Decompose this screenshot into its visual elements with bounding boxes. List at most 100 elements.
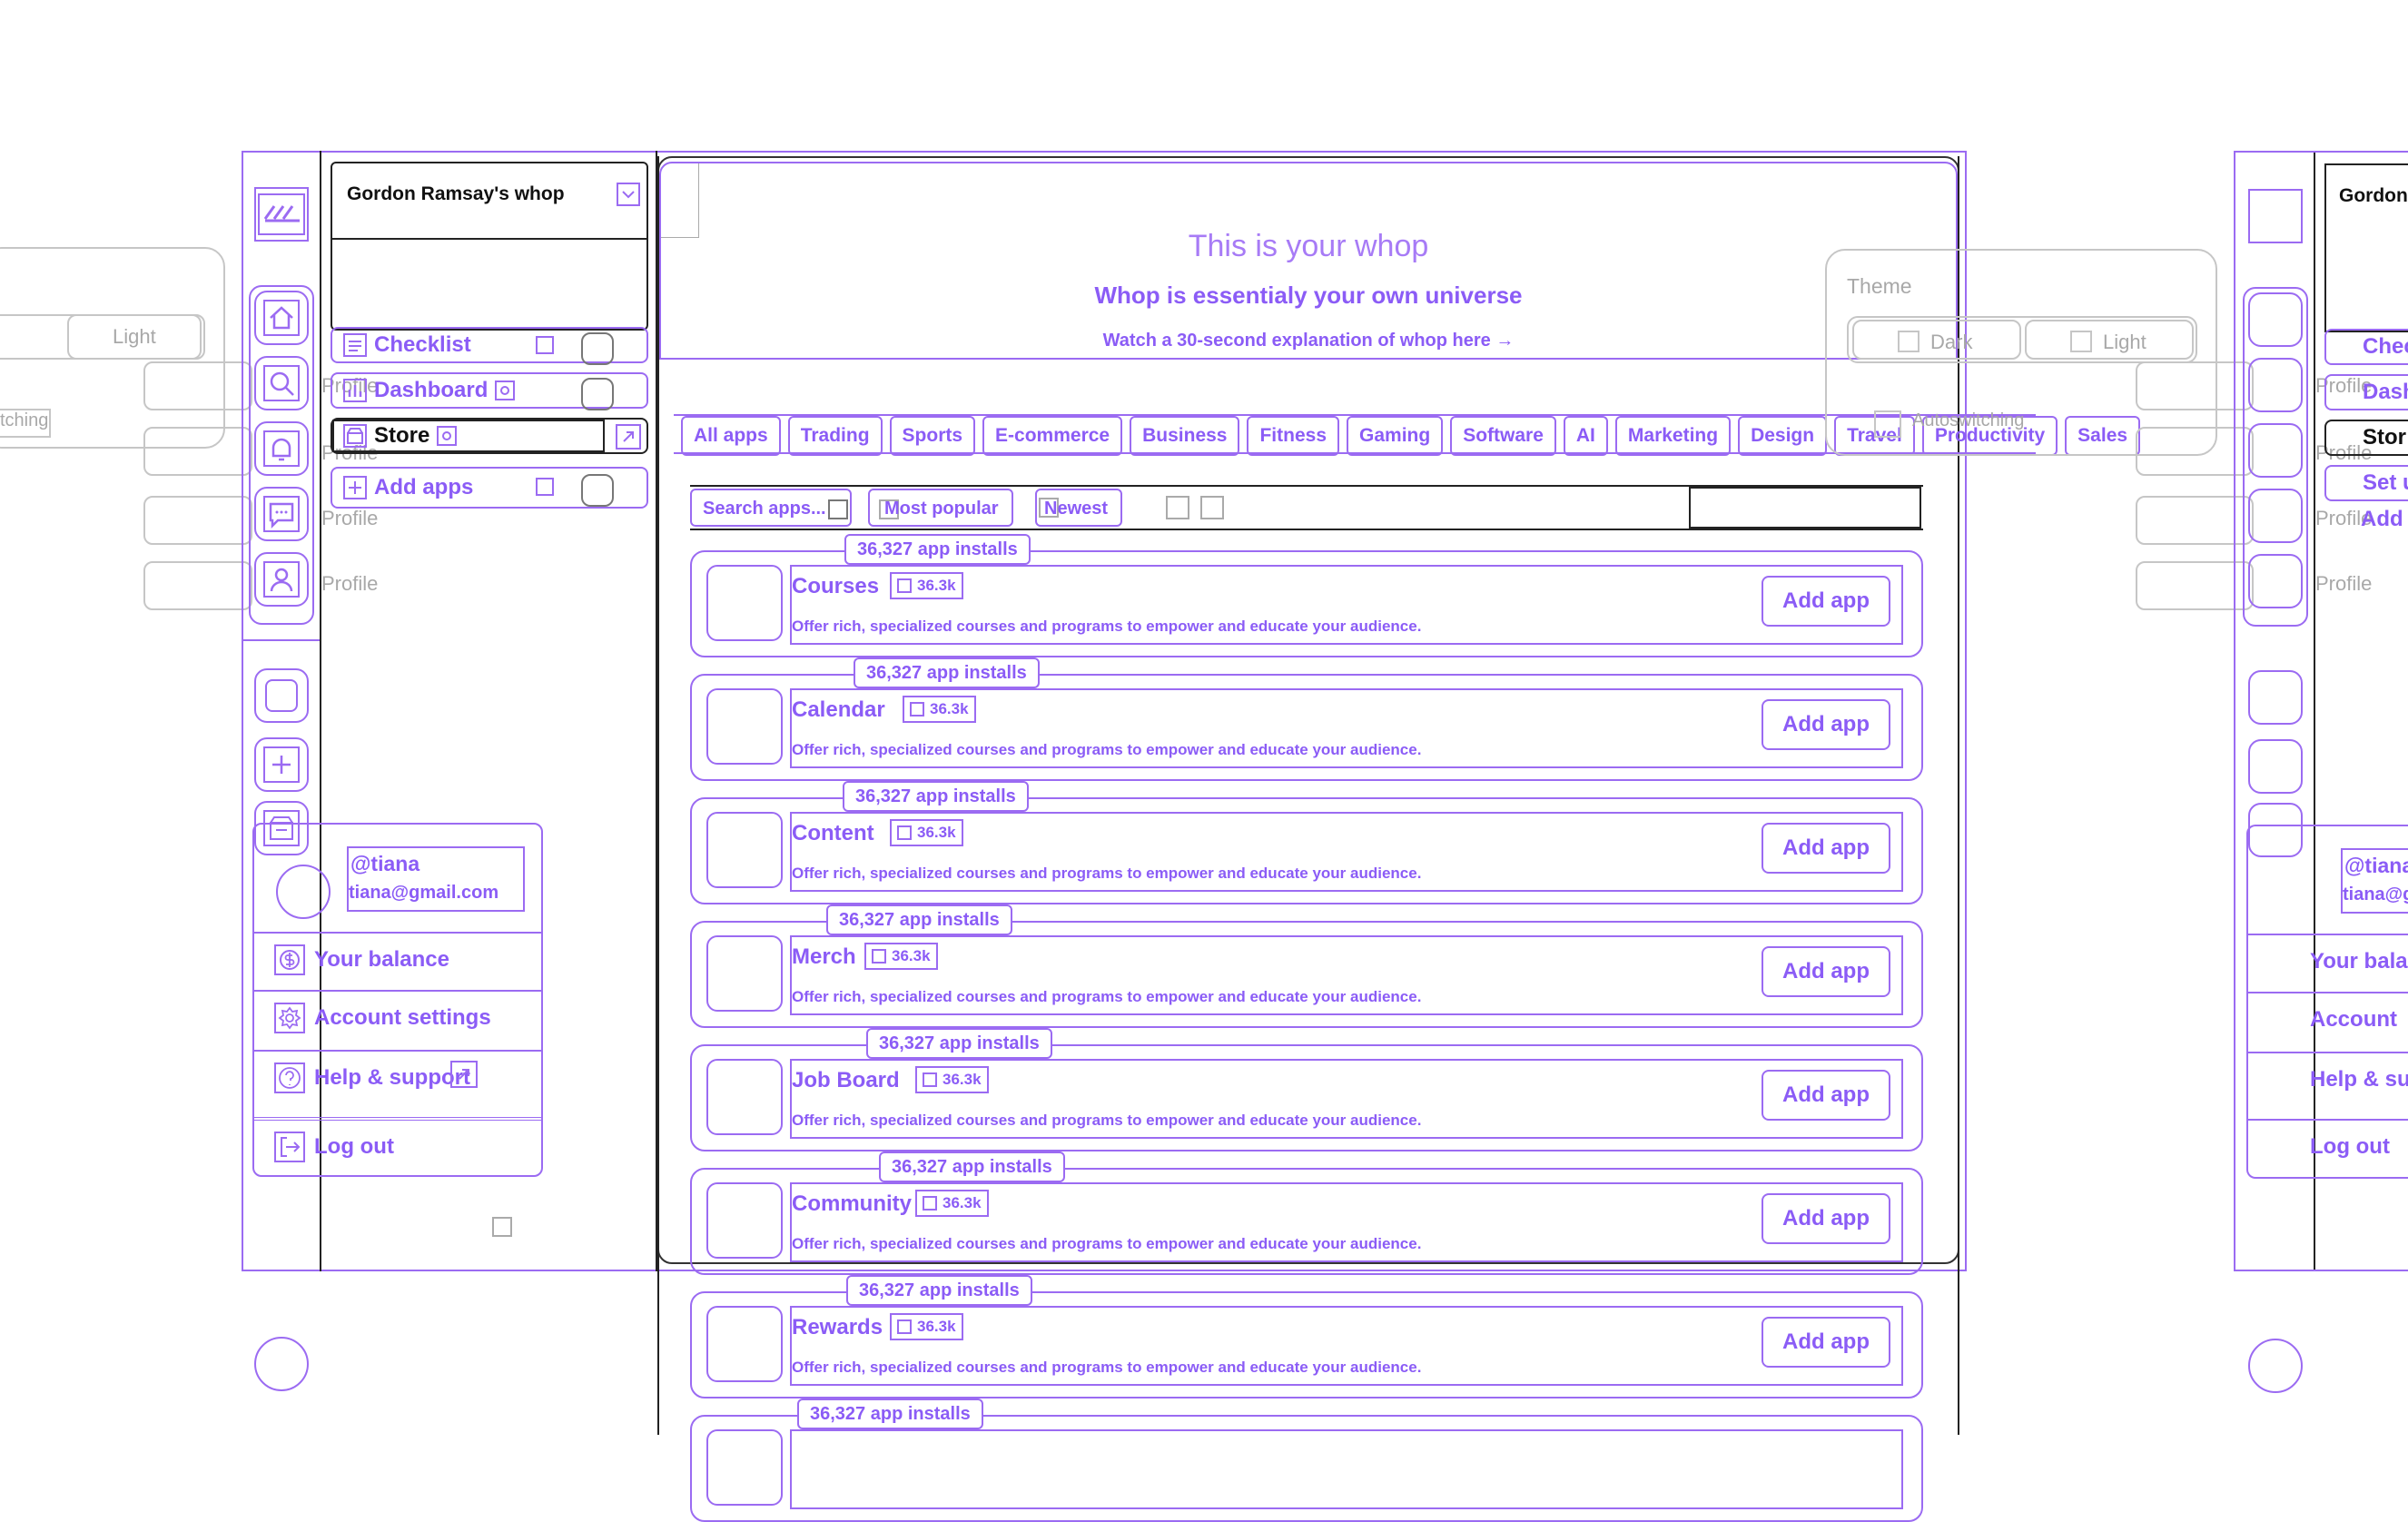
- app-card[interactable]: Job Board 36.3k Offer rich, specialized co…: [690, 1044, 1923, 1151]
- user-icon[interactable]: [2248, 554, 2303, 608]
- app-name: Rewards: [792, 1315, 883, 1339]
- user-menu: @tiana tiana@gmail.com Your balance Acco…: [252, 823, 543, 1177]
- home-icon: [263, 300, 300, 336]
- add-app-button[interactable]: Add app: [1762, 699, 1890, 750]
- tab-software[interactable]: Software: [1450, 416, 1556, 456]
- second-menu-item[interactable]: Help & su: [2248, 1052, 2408, 1106]
- sort-newest[interactable]: Newest: [1035, 489, 1122, 527]
- sidebar-item-label: Add apps: [374, 475, 474, 499]
- hero-explainer-link[interactable]: Watch a 30-second explanation of whop he…: [661, 331, 1956, 351]
- menu-item-logout[interactable]: Log out: [254, 1117, 541, 1173]
- tab-ai[interactable]: AI: [1563, 416, 1608, 456]
- sidebar-item-store[interactable]: Store: [331, 418, 648, 454]
- second-menu-item[interactable]: Account: [2248, 992, 2408, 1046]
- light-theme-button[interactable]: Light: [2025, 320, 2194, 360]
- app-card[interactable]: Content 36.3k Offer rich, specialized cour…: [690, 797, 1923, 904]
- workspace-card[interactable]: Gordon Ramsay's whop: [331, 162, 648, 331]
- search-button[interactable]: [254, 356, 309, 410]
- add-app-button[interactable]: Add app: [1762, 946, 1890, 997]
- second-menu-item[interactable]: Your bala: [2248, 934, 2408, 988]
- install-count: 36.3k: [917, 1318, 956, 1335]
- app-card[interactable]: Community 36.3k Offer rich, specialized co…: [690, 1168, 1923, 1275]
- messages-button[interactable]: [254, 487, 309, 541]
- search-input[interactable]: Search apps...: [690, 489, 852, 527]
- bell-icon: [263, 430, 300, 467]
- menu-item-account-settings[interactable]: Account settings: [254, 990, 541, 1044]
- user-avatar-button[interactable]: [254, 1337, 309, 1391]
- sidebar-item-label: Checklist: [374, 332, 471, 357]
- tab-marketing[interactable]: Marketing: [1614, 416, 1732, 456]
- app-icon: [706, 935, 783, 1012]
- tab-business[interactable]: Business: [1130, 416, 1240, 456]
- add-app-button[interactable]: Add app: [1762, 576, 1890, 627]
- left-switching-box: [0, 409, 51, 438]
- theme-label: Theme: [1847, 274, 1912, 298]
- add-app-button[interactable]: Add app: [1762, 1317, 1890, 1368]
- profile-button[interactable]: [254, 552, 309, 607]
- whop-button[interactable]: [254, 668, 309, 723]
- search-icon[interactable]: [2248, 358, 2303, 412]
- user-identity: @tiana tiana@gmail.com: [347, 846, 525, 912]
- autoswitch-checkbox[interactable]: [1874, 410, 1901, 438]
- tab-gaming[interactable]: Gaming: [1347, 416, 1444, 456]
- item-action-button[interactable]: [581, 332, 614, 365]
- app-card[interactable]: [690, 1415, 1923, 1522]
- menu-item-help[interactable]: Help & support: [254, 1050, 541, 1104]
- sidebar-item-add-apps[interactable]: Add apps: [331, 467, 648, 509]
- installs-badge: 36,327 app installs: [797, 1398, 983, 1429]
- user-icon: [897, 1319, 912, 1334]
- app-card[interactable]: Rewards 36.3k Offer rich, specialized cour…: [690, 1291, 1923, 1398]
- left-light-button[interactable]: Light: [67, 314, 202, 360]
- plus-icon[interactable]: [2248, 739, 2303, 794]
- app-description: Offer rich, specialized courses and prog…: [792, 1112, 1422, 1129]
- notifications-button[interactable]: [254, 421, 309, 476]
- second-sidebar-item[interactable]: Chec: [2324, 329, 2408, 365]
- second-sidebar-item[interactable]: Stor: [2324, 420, 2408, 456]
- install-count-badge: 36.3k: [915, 1190, 989, 1217]
- app-card[interactable]: Merch 36.3k Offer rich, specialized course…: [690, 921, 1923, 1028]
- add-app-button[interactable]: Add app: [1762, 823, 1890, 874]
- bell-icon[interactable]: [2248, 423, 2303, 478]
- menu-item-balance[interactable]: Your balance: [254, 932, 541, 986]
- second-sidebar-item[interactable]: Set u: [2324, 465, 2408, 501]
- list-view-icon[interactable]: [1200, 496, 1224, 519]
- sidebar-item-checklist[interactable]: Checklist: [331, 327, 648, 365]
- app-card[interactable]: Calendar 36.3k Offer rich, specialized cou…: [690, 674, 1923, 781]
- add-app-label: Add app: [1782, 588, 1870, 613]
- dark-label: Dark: [1930, 331, 1973, 353]
- second-workspace-title: Gordon: [2339, 185, 2408, 206]
- add-app-button[interactable]: Add app: [1762, 1070, 1890, 1121]
- tab-trading[interactable]: Trading: [787, 416, 883, 456]
- second-sidebar-item[interactable]: Add: [2324, 501, 2408, 538]
- chat-icon[interactable]: [2248, 489, 2303, 543]
- collapse-toggle[interactable]: [492, 1217, 512, 1237]
- item-action-button[interactable]: [581, 378, 614, 410]
- second-sidebar-item[interactable]: Dash: [2324, 374, 2408, 410]
- tab-e-commerce[interactable]: E-commerce: [982, 416, 1123, 456]
- create-whop-button[interactable]: [254, 737, 309, 792]
- tab-design[interactable]: Design: [1738, 416, 1828, 456]
- home-icon[interactable]: [2248, 292, 2303, 347]
- whop-avatar-icon[interactable]: [2248, 670, 2303, 725]
- sidebar-item-dashboard[interactable]: Dashboard: [331, 372, 648, 410]
- item-action-button[interactable]: [581, 474, 614, 507]
- tab-all-apps[interactable]: All apps: [681, 416, 781, 456]
- tab-fitness[interactable]: Fitness: [1247, 416, 1340, 456]
- install-count: 36.3k: [917, 577, 956, 594]
- sort-most-popular[interactable]: Most popular: [868, 489, 1013, 527]
- grid-view-icon[interactable]: [1166, 496, 1189, 519]
- dark-theme-button[interactable]: Dark: [1852, 320, 2021, 360]
- add-app-button[interactable]: Add app: [1762, 1193, 1890, 1244]
- user-avatar-button[interactable]: [2248, 1339, 2303, 1393]
- filter-right-box[interactable]: [1689, 487, 1921, 529]
- whop-logo-icon[interactable]: [2248, 189, 2303, 243]
- home-button[interactable]: [254, 291, 309, 345]
- checklist-icon: [343, 333, 367, 357]
- whop-logo[interactable]: [254, 187, 309, 242]
- app-card[interactable]: Courses 36.3k Offer rich, specialized cour…: [690, 550, 1923, 657]
- workspace-dropdown-button[interactable]: [616, 182, 641, 207]
- tab-sports[interactable]: Sports: [889, 416, 976, 456]
- second-menu-item[interactable]: Log out: [2248, 1119, 2408, 1173]
- second-workspace-card[interactable]: Gordon: [2324, 163, 2408, 332]
- user-icon: [923, 1196, 937, 1211]
